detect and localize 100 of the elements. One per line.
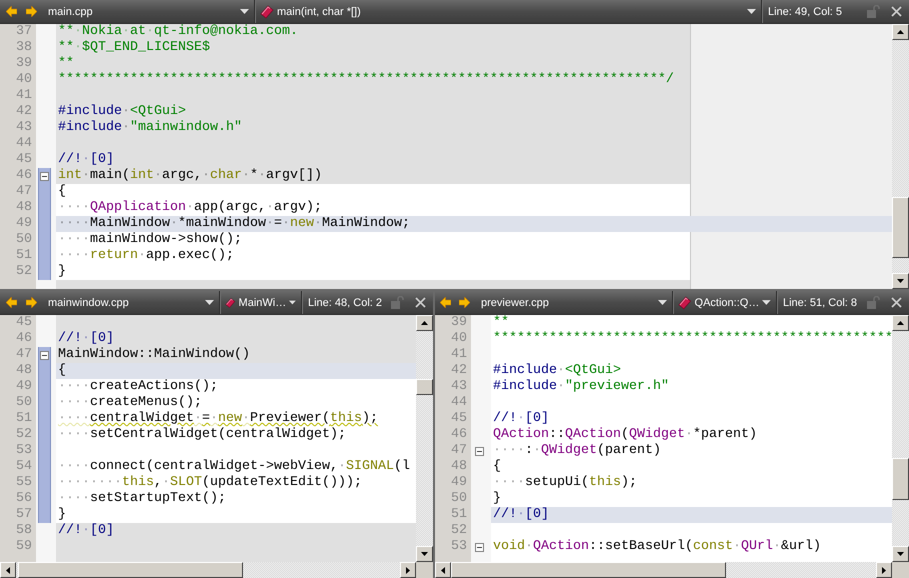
- scrollbar-thumb[interactable]: [892, 458, 909, 500]
- line-number: 40: [15, 72, 33, 88]
- code-line: #include·"mainwindow.h": [57, 120, 243, 136]
- scrollbar-thumb[interactable]: [892, 197, 909, 258]
- down-arrow-icon: [897, 552, 904, 556]
- line-number: 48: [15, 200, 33, 216]
- lock-icon: [866, 5, 880, 18]
- code-line: #include·"previewer.h": [492, 379, 670, 395]
- horizontal-scrollbar[interactable]: [0, 562, 416, 578]
- code-line: **: [492, 315, 510, 331]
- scroll-up-button[interactable]: [416, 315, 433, 331]
- scroll-right-button[interactable]: [400, 562, 416, 578]
- symbol-icon: [260, 4, 274, 18]
- up-arrow-icon: [897, 321, 904, 325]
- scroll-down-button[interactable]: [892, 273, 909, 289]
- cursor-position: Line: 48, Col: 2: [307, 296, 383, 308]
- line-number: 49: [15, 216, 33, 232]
- code-line: //!·[0]: [57, 523, 115, 539]
- line-number: 48: [15, 363, 33, 379]
- line-number: 51: [450, 507, 468, 523]
- line-number: 45: [15, 152, 33, 168]
- code-line: QAction::QAction(QWidget·*parent): [492, 427, 758, 443]
- vertical-scrollbar[interactable]: [892, 24, 909, 289]
- dropdown-caret-icon: [289, 300, 296, 305]
- line-number: 43: [450, 379, 468, 395]
- scroll-left-button[interactable]: [435, 562, 451, 578]
- code-line: **: [57, 56, 75, 72]
- scroll-down-button[interactable]: [416, 546, 433, 562]
- file-dropdown[interactable]: mainwindow.cpp: [40, 291, 220, 314]
- right-arrow-icon: [459, 297, 470, 308]
- code-editor[interactable]: [0, 315, 416, 562]
- code-line: void·QAction::setBaseUrl(const·QUrl·&url): [492, 539, 822, 555]
- line-number: 58: [15, 523, 33, 539]
- line-number: 42: [450, 363, 468, 379]
- line-number: 44: [15, 136, 33, 152]
- scrollbar-thumb[interactable]: [18, 562, 243, 578]
- symbol-dropdown[interactable]: main(int, char *[]): [255, 0, 762, 23]
- line-number: 48: [450, 459, 468, 475]
- code-line: **************************************************: [492, 331, 892, 347]
- cursor-position: Line: 49, Col: 5: [767, 6, 843, 18]
- vertical-scrollbar[interactable]: [416, 315, 433, 562]
- file-dropdown[interactable]: previewer.cpp: [473, 291, 673, 314]
- left-arrow-icon: [6, 6, 16, 17]
- code-line: //!·[0]: [492, 411, 550, 427]
- symbol-dropdown[interactable]: MainWi…: [220, 291, 302, 314]
- right-arrow-icon: [882, 566, 886, 574]
- code-line: //!·[0]: [57, 331, 115, 347]
- line-number: 41: [450, 347, 468, 363]
- line-number: 45: [450, 411, 468, 427]
- symbol-icon: [225, 296, 236, 310]
- line-number: 41: [15, 88, 33, 104]
- line-number: 47: [15, 347, 33, 363]
- dropdown-caret-icon: [205, 300, 214, 305]
- line-number: 42: [15, 104, 33, 120]
- line-number: 55: [15, 475, 33, 491]
- line-number: 56: [15, 491, 33, 507]
- line-number: 46: [15, 168, 33, 184]
- scroll-up-button[interactable]: [892, 315, 909, 331]
- close-icon: [890, 6, 902, 17]
- line-number: 43: [15, 120, 33, 136]
- dropdown-caret-icon: [240, 9, 249, 14]
- dropdown-caret-icon: [747, 9, 756, 14]
- line-number: 37: [15, 24, 33, 40]
- left-arrow-icon: [6, 566, 10, 574]
- scrollbar-thumb[interactable]: [416, 379, 433, 395]
- collapse-icon[interactable]: [40, 351, 49, 360]
- code-line: **·$QT_END_LICENSE$: [57, 40, 211, 56]
- symbol-dropdown[interactable]: QAction::Q…: [673, 291, 777, 314]
- line-number: 50: [450, 491, 468, 507]
- scroll-up-button[interactable]: [892, 24, 909, 40]
- line-number: 51: [15, 248, 33, 264]
- right-arrow-icon: [26, 297, 36, 308]
- collapse-icon[interactable]: [40, 172, 49, 181]
- line-number: 49: [450, 475, 468, 491]
- line-number: 47: [15, 184, 33, 200]
- left-arrow-icon: [6, 297, 16, 308]
- scroll-left-button[interactable]: [0, 562, 16, 578]
- line-number: 54: [15, 459, 33, 475]
- scroll-down-button[interactable]: [892, 546, 909, 562]
- close-icon: [414, 297, 426, 308]
- line-number: 46: [15, 331, 33, 347]
- code-line: }: [492, 491, 502, 507]
- symbol-icon: [678, 296, 692, 310]
- right-arrow-icon: [26, 6, 36, 17]
- line-number: 38: [15, 40, 33, 56]
- collapse-icon[interactable]: [475, 543, 484, 552]
- collapse-icon[interactable]: [475, 447, 484, 456]
- line-number: 50: [15, 395, 33, 411]
- left-arrow-icon: [440, 297, 451, 308]
- scroll-right-button[interactable]: [876, 562, 892, 578]
- horizontal-scrollbar[interactable]: [435, 562, 892, 578]
- scrollbar-thumb[interactable]: [451, 562, 726, 578]
- line-number: 51: [15, 411, 33, 427]
- code-line: #include·<QtGui>: [57, 104, 187, 120]
- file-dropdown[interactable]: main.cpp: [40, 0, 255, 23]
- vertical-scrollbar[interactable]: [892, 315, 909, 562]
- line-number: 40: [450, 331, 468, 347]
- code-line: ****************************************************************************/: [57, 72, 675, 88]
- line-number: 46: [450, 427, 468, 443]
- line-number: 44: [450, 395, 468, 411]
